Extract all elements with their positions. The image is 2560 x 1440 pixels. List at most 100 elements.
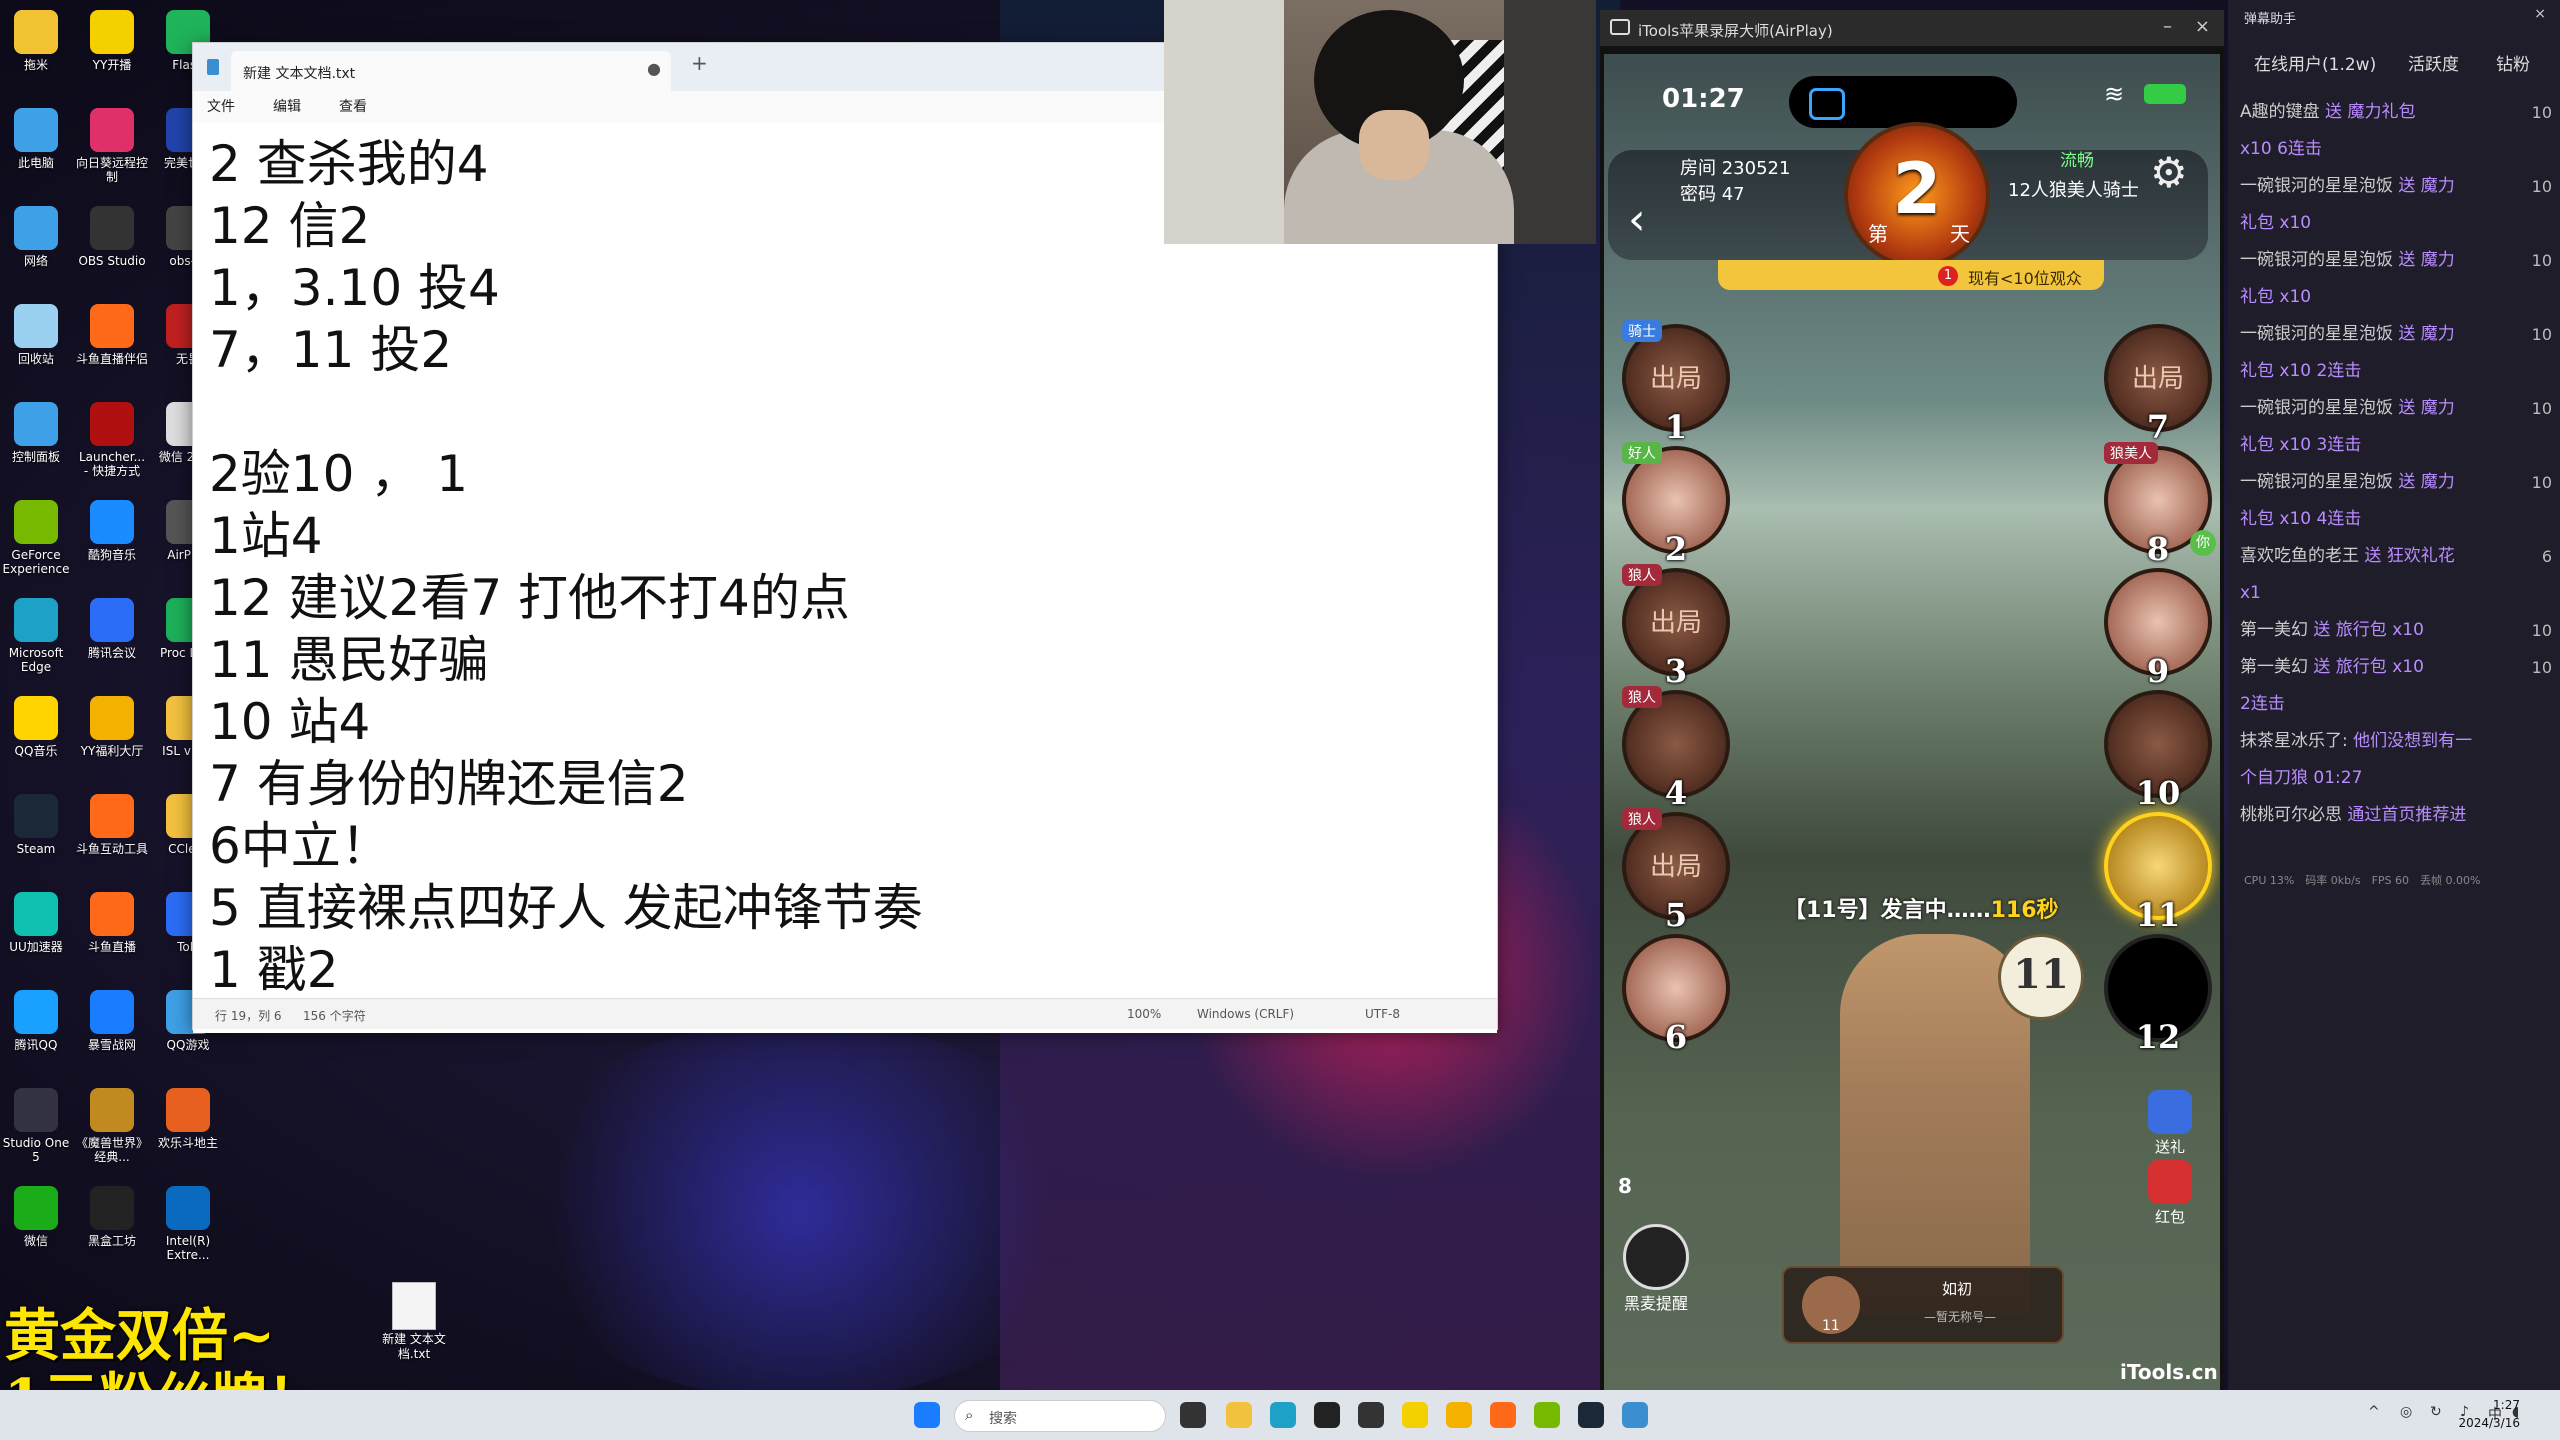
tab-diamond-fans[interactable]: 钻粉 — [2496, 50, 2530, 75]
desktop-icon[interactable]: 此电脑 — [0, 108, 72, 170]
seat-9[interactable]: 9 — [2104, 568, 2212, 690]
redpack-button[interactable]: 红包 — [2140, 1160, 2200, 1227]
tab-activity[interactable]: 活跃度 — [2408, 50, 2459, 75]
desktop-icon[interactable]: 斗鱼直播 — [76, 892, 148, 954]
desktop-icon[interactable]: UU加速器 — [0, 892, 72, 954]
close-icon[interactable]: × — [2195, 16, 2210, 37]
desktop-icon[interactable]: 斗鱼直播伴侣 — [76, 304, 148, 366]
desktop-icon[interactable]: YY福利大厅 — [76, 696, 148, 758]
desktop-icon[interactable]: OBS Studio — [76, 206, 148, 268]
start-icon[interactable] — [914, 1402, 940, 1428]
seat-2[interactable]: 好人 2 — [1622, 442, 1730, 568]
desktop-icon[interactable]: 拖米 — [0, 10, 72, 72]
notepad-taskbar-icon[interactable] — [1622, 1402, 1648, 1428]
desktop-icon[interactable]: Intel(R) Extre... — [152, 1186, 224, 1262]
desktop-icon[interactable]: 欢乐斗地主 — [152, 1088, 224, 1150]
notepad-tab[interactable]: 新建 文本文档.txt ● — [231, 51, 671, 91]
danmu-user[interactable]: 一碗银河的星星泡饭 — [2240, 250, 2393, 270]
desktop-icon-label: UU加速器 — [9, 940, 63, 954]
desktop-icon[interactable]: Steam — [0, 794, 72, 856]
current-player-card[interactable]: 11 如初 —暂无称号— — [1782, 1266, 2064, 1344]
seat-1[interactable]: 骑士 出局 1 — [1622, 320, 1730, 446]
desktop-icon-label: 微信 — [23, 1234, 48, 1248]
desktop-icon[interactable]: 回收站 — [0, 304, 72, 366]
text-file-label[interactable]: 新建 文本文档.txt — [372, 1332, 456, 1362]
douyu-icon[interactable] — [1490, 1402, 1516, 1428]
danmu-user[interactable]: 一碗银河的星星泡饭 — [2240, 472, 2393, 492]
desktop-icon[interactable]: Launcher... - 快捷方式 — [76, 402, 148, 478]
desktop-icon[interactable]: 《魔兽世界》经典... — [76, 1088, 148, 1164]
menu-file[interactable]: 文件 — [207, 96, 235, 116]
terminal-icon[interactable] — [1314, 1402, 1340, 1428]
danmu-action: 送 旅行包 x10 — [2313, 657, 2424, 677]
yy-icon[interactable] — [1402, 1402, 1428, 1428]
edge-icon[interactable] — [1270, 1402, 1296, 1428]
seat-number: 12 — [2135, 1018, 2181, 1056]
seat-3[interactable]: 狼人 出局 3 — [1622, 564, 1730, 690]
gift-button[interactable]: 送礼 — [2140, 1090, 2200, 1157]
tab-online-users[interactable]: 在线用户(1.2w) — [2254, 50, 2376, 75]
desktop-icon[interactable]: YY开播 — [76, 10, 148, 72]
desktop-icon[interactable]: 腾讯会议 — [76, 598, 148, 660]
desktop-icon[interactable]: 腾讯QQ — [0, 990, 72, 1052]
desktop-icon[interactable]: 暴雪战网 — [76, 990, 148, 1052]
desktop-icon[interactable]: 网络 — [0, 206, 72, 268]
seat-8[interactable]: 狼美人 8 你 — [2104, 442, 2216, 568]
danmu-user[interactable]: 桃桃可尔必思 — [2240, 805, 2342, 825]
seat-12[interactable]: 12 — [2104, 934, 2212, 1056]
tray-chevron-icon[interactable]: ^ — [2368, 1404, 2380, 1420]
danmu-user[interactable]: 一碗银河的星星泡饭 — [2240, 176, 2393, 196]
danmu-count: 10 — [2531, 658, 2552, 677]
danmu-user[interactable]: 抹茶星冰乐了: — [2240, 731, 2348, 751]
seat-11[interactable]: 11 — [2104, 812, 2212, 934]
notepad-text-area[interactable]: 2 查杀我的4 12 信2 1，3.10 投4 7，11 投2 2验10 ， 1 1站4 1… — [193, 123, 1497, 1033]
desktop-icon[interactable]: 斗鱼互动工具 — [76, 794, 148, 856]
new-tab-icon[interactable]: + — [691, 51, 708, 75]
danmu-user[interactable]: 一碗银河的星星泡饭 — [2240, 324, 2393, 344]
desktop-icon[interactable]: Studio One 5 — [0, 1088, 72, 1164]
steam-icon[interactable] — [1578, 1402, 1604, 1428]
seat-10[interactable]: 10 — [2104, 690, 2212, 812]
app-icon[interactable] — [1534, 1402, 1560, 1428]
minimize-icon[interactable]: – — [2163, 16, 2172, 37]
seat-5[interactable]: 狼人 出局 5 — [1622, 808, 1730, 934]
yy-lobby-icon[interactable] — [1446, 1402, 1472, 1428]
desktop-icon[interactable]: QQ音乐 — [0, 696, 72, 758]
task-view-icon[interactable] — [1180, 1402, 1206, 1428]
seat-4[interactable]: 狼人 4 — [1622, 686, 1730, 812]
close-tab-icon[interactable]: ● — [647, 59, 661, 78]
taskbar-search[interactable]: ⌕ 搜索 — [954, 1400, 1166, 1432]
network-icon[interactable]: ◎ — [2400, 1404, 2412, 1420]
danmu-action: 个自刀狼 01:27 — [2240, 768, 2363, 788]
desktop-icon[interactable]: 黑盒工坊 — [76, 1186, 148, 1248]
danmu-row: 一碗银河的星星泡饭 送 魔力 10 — [2240, 316, 2552, 353]
mic-button[interactable]: 黑麦提醒 — [1616, 1224, 1696, 1314]
danmu-user[interactable]: 一碗银河的星星泡饭 — [2240, 398, 2393, 418]
menu-view[interactable]: 查看 — [339, 96, 367, 116]
obs-icon[interactable] — [1358, 1402, 1384, 1428]
seat-number: 1 — [1664, 408, 1688, 446]
text-file-icon[interactable] — [392, 1282, 436, 1330]
back-chevron-icon[interactable]: ‹ — [1628, 198, 1646, 242]
danmu-user[interactable]: A趣的键盘 — [2240, 102, 2320, 122]
gear-icon[interactable]: ⚙ — [2150, 152, 2188, 194]
danmu-user[interactable]: 喜欢吃鱼的老王 — [2240, 546, 2359, 566]
sync-icon[interactable]: ↻ — [2430, 1404, 2442, 1420]
desktop-icon[interactable]: Microsoft Edge — [0, 598, 72, 674]
menu-edit[interactable]: 编辑 — [273, 96, 301, 116]
seat-7[interactable]: 出局 7 — [2104, 324, 2212, 446]
desktop-icon[interactable]: 微信 — [0, 1186, 72, 1248]
file-explorer-icon[interactable] — [1226, 1402, 1252, 1428]
taskbar-clock[interactable]: 1:27 2024/3/16 — [2458, 1396, 2520, 1432]
danmu-user[interactable]: 第一美幻 — [2240, 657, 2308, 677]
danmu-row: x10 6连击 — [2240, 131, 2552, 168]
desktop-app-icon — [14, 304, 58, 348]
danmu-action: 送 魔力 — [2398, 324, 2455, 344]
close-icon[interactable]: × — [2534, 6, 2546, 22]
seat-6[interactable]: 6 — [1622, 934, 1730, 1056]
danmu-user[interactable]: 第一美幻 — [2240, 620, 2308, 640]
desktop-icon[interactable]: 向日葵远程控制 — [76, 108, 148, 184]
desktop-icon[interactable]: 控制面板 — [0, 402, 72, 464]
desktop-icon[interactable]: 酷狗音乐 — [76, 500, 148, 562]
desktop-icon[interactable]: GeForce Experience — [0, 500, 72, 576]
